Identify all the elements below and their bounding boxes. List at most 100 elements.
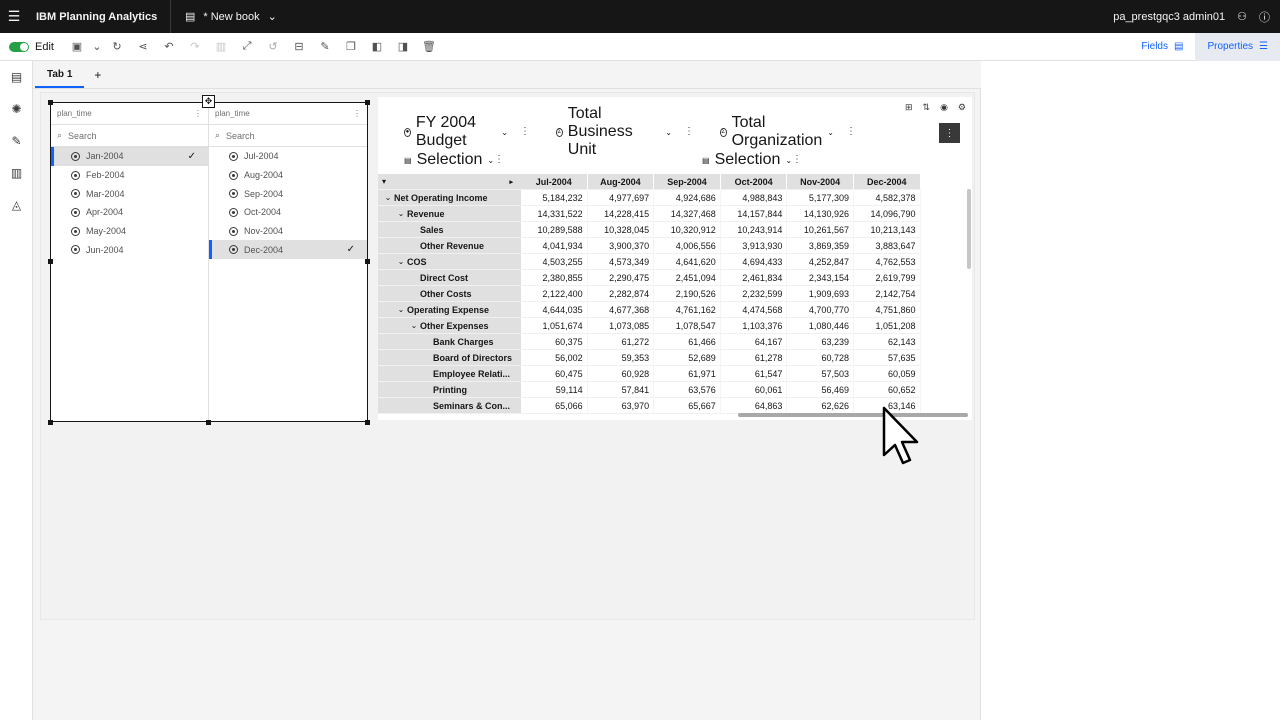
- resize-handle[interactable]: [365, 259, 370, 264]
- overflow-menu-icon[interactable]: ⋮: [684, 126, 694, 137]
- data-cell[interactable]: 10,328,045: [587, 222, 655, 238]
- fields-tab[interactable]: Fields ▤: [1129, 33, 1195, 61]
- list-item[interactable]: Dec-2004 ✓: [209, 240, 367, 260]
- list-item[interactable]: Mar-2004: [51, 184, 208, 203]
- data-cell[interactable]: 4,977,697: [587, 190, 655, 206]
- data-cell[interactable]: 2,282,874: [587, 286, 655, 302]
- chevron-down-icon[interactable]: ⌄: [408, 321, 420, 330]
- user-name[interactable]: pa_prestgqc3 admin01: [1113, 11, 1225, 23]
- list-item[interactable]: Jul-2004: [209, 147, 367, 166]
- data-cell[interactable]: 4,573,349: [587, 254, 655, 270]
- column-header[interactable]: Oct-2004: [720, 174, 788, 190]
- row-selection-dropdown[interactable]: ▤ Selection ⌄: [398, 151, 494, 168]
- data-cell[interactable]: 60,728: [787, 350, 854, 366]
- data-cell[interactable]: 1,103,376: [720, 318, 788, 334]
- row-header[interactable]: ⌄ Operating Expense: [378, 302, 521, 318]
- move-handle-icon[interactable]: ✥: [202, 95, 215, 108]
- data-cell[interactable]: 3,883,647: [853, 238, 921, 254]
- send-backward-icon[interactable]: ◨: [390, 33, 416, 61]
- refresh-icon[interactable]: ↻: [104, 33, 130, 61]
- cube-view-widget[interactable]: ⊞ ⇅ ◉ ⚙ ● FY 2004 Budget ⌄ ⋮ Σ Total Bus…: [378, 97, 972, 420]
- list-item[interactable]: Apr-2004: [51, 203, 208, 222]
- chart-icon[interactable]: ▥: [0, 157, 33, 189]
- data-cell[interactable]: 63,970: [587, 398, 655, 414]
- fit-icon[interactable]: ⊟: [286, 33, 312, 61]
- data-cell[interactable]: 60,059: [853, 366, 921, 382]
- data-cell[interactable]: 56,469: [787, 382, 854, 398]
- chevron-down-icon[interactable]: ⌄: [395, 209, 407, 218]
- row-header[interactable]: Other Revenue: [378, 238, 521, 254]
- data-cell[interactable]: 10,320,912: [654, 222, 721, 238]
- data-cell[interactable]: 4,762,553: [853, 254, 921, 270]
- data-cell[interactable]: 4,041,934: [521, 238, 588, 254]
- list-item[interactable]: Feb-2004: [51, 166, 208, 185]
- list-item[interactable]: May-2004: [51, 222, 208, 241]
- data-cell[interactable]: 4,503,255: [521, 254, 588, 270]
- data-cell[interactable]: 65,667: [654, 398, 721, 414]
- data-cell[interactable]: 1,051,208: [853, 318, 921, 334]
- data-cell[interactable]: 10,289,588: [521, 222, 588, 238]
- bring-forward-icon[interactable]: ◧: [364, 33, 390, 61]
- data-cell[interactable]: 14,228,415: [587, 206, 655, 222]
- column-header[interactable]: Nov-2004: [787, 174, 854, 190]
- data-cell[interactable]: 1,073,085: [587, 318, 655, 334]
- chevron-down-icon[interactable]: ⌄: [395, 257, 407, 266]
- data-cell[interactable]: 59,114: [521, 382, 588, 398]
- properties-tab[interactable]: Properties ☰: [1195, 32, 1280, 61]
- overflow-menu-icon[interactable]: ⋮: [194, 109, 202, 118]
- collapse-icon[interactable]: ▾: [378, 177, 390, 186]
- book-selector[interactable]: ▤ * New book ⌄: [171, 10, 277, 24]
- row-header[interactable]: ⌄ Revenue: [378, 206, 521, 222]
- data-cell[interactable]: 60,061: [720, 382, 788, 398]
- expand-icon[interactable]: ⤢: [234, 33, 260, 61]
- data-cell[interactable]: 1,909,693: [787, 286, 854, 302]
- search-input[interactable]: ⌕ Search: [209, 125, 367, 147]
- data-cell[interactable]: 4,006,556: [654, 238, 721, 254]
- list-item[interactable]: Nov-2004: [209, 222, 367, 241]
- data-cell[interactable]: 1,051,674: [521, 318, 588, 334]
- data-cell[interactable]: 2,619,799: [853, 270, 921, 286]
- lightbulb-icon[interactable]: ✺: [0, 93, 33, 125]
- data-cell[interactable]: 60,375: [521, 334, 588, 350]
- data-cell[interactable]: 2,380,855: [521, 270, 588, 286]
- list-item[interactable]: Oct-2004: [209, 203, 367, 222]
- resize-handle[interactable]: [48, 259, 53, 264]
- data-cell[interactable]: 4,924,686: [654, 190, 721, 206]
- data-cell[interactable]: 60,475: [521, 366, 588, 382]
- data-cell[interactable]: 62,626: [787, 398, 854, 414]
- content-icon[interactable]: ▤: [0, 61, 33, 93]
- data-cell[interactable]: 5,184,232: [521, 190, 588, 206]
- swap-icon[interactable]: ⇅: [923, 102, 931, 113]
- data-cell[interactable]: 4,252,847: [787, 254, 854, 270]
- overflow-menu-icon[interactable]: ⋮: [792, 154, 802, 165]
- data-cell[interactable]: 52,689: [654, 350, 721, 366]
- column-header[interactable]: Dec-2004: [853, 174, 921, 190]
- data-cell[interactable]: 57,503: [787, 366, 854, 382]
- data-cell[interactable]: 1,080,446: [787, 318, 854, 334]
- data-cell[interactable]: 10,261,567: [787, 222, 854, 238]
- hamburger-menu-icon[interactable]: ☰: [0, 8, 28, 25]
- data-cell[interactable]: 4,988,843: [720, 190, 788, 206]
- data-cell[interactable]: 4,644,035: [521, 302, 588, 318]
- data-cell[interactable]: 60,928: [587, 366, 655, 382]
- data-cell[interactable]: 62,143: [853, 334, 921, 350]
- data-cell[interactable]: 63,239: [787, 334, 854, 350]
- data-cell[interactable]: 14,096,790: [853, 206, 921, 222]
- data-cell[interactable]: 2,461,834: [720, 270, 788, 286]
- data-cell[interactable]: 4,751,860: [853, 302, 921, 318]
- eye-icon[interactable]: ◉: [940, 102, 948, 113]
- chevron-down-icon[interactable]: ⌄: [382, 193, 394, 202]
- shapes-icon[interactable]: ◬: [0, 189, 33, 221]
- data-cell[interactable]: 2,122,400: [521, 286, 588, 302]
- column-selection-dropdown[interactable]: ▤ Selection ⌄: [696, 151, 792, 168]
- data-cell[interactable]: 3,900,370: [587, 238, 655, 254]
- column-header[interactable]: Sep-2004: [654, 174, 721, 190]
- list-item[interactable]: Aug-2004: [209, 166, 367, 185]
- duplicate-icon[interactable]: ❐: [338, 33, 364, 61]
- column-header[interactable]: Jul-2004: [521, 174, 588, 190]
- data-cell[interactable]: 4,474,568: [720, 302, 788, 318]
- row-header[interactable]: Employee Relati...: [378, 366, 521, 382]
- data-cell[interactable]: 61,466: [654, 334, 721, 350]
- search-input[interactable]: ⌕ Search: [51, 125, 208, 147]
- edit-toggle[interactable]: [9, 41, 29, 52]
